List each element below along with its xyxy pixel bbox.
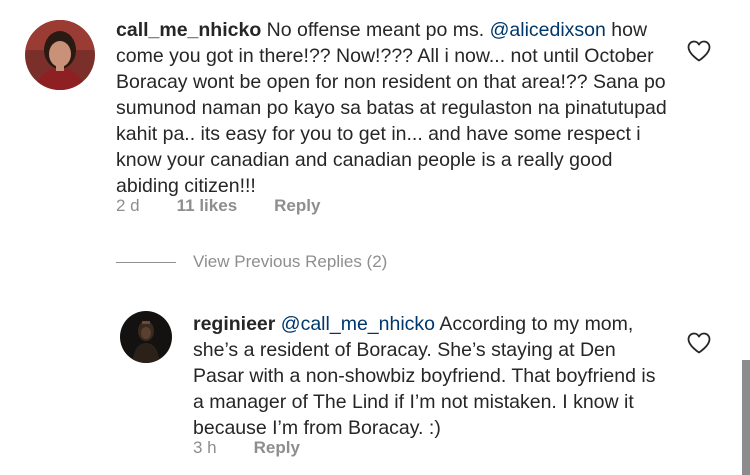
heart-outline-icon[interactable] [687,332,711,359]
reply-username[interactable]: reginieer [193,313,275,335]
scrollbar[interactable] [742,360,750,475]
comment-text-part: how come you got in there!?? Now!??? All… [116,19,667,197]
reply-body: reginieer @call_me_nhicko According to m… [193,311,671,441]
profile-photo [25,20,95,90]
avatar-call-me-nhicko[interactable] [25,20,95,90]
heart-outline-icon[interactable] [687,40,711,67]
comment-timestamp: 2 d [116,196,140,215]
reply-timestamp: 3 h [193,438,217,457]
view-previous-replies-label: View Previous Replies (2) [193,252,388,271]
comment-body: call_me_nhicko No offense meant po ms. @… [116,17,676,199]
reply-button[interactable]: Reply [274,196,320,216]
comment-likes-count[interactable]: 11 likes [177,196,238,216]
reply-button[interactable]: Reply [254,438,300,458]
reply-mention-link[interactable]: @call_me_nhicko [281,313,435,335]
comment-username[interactable]: call_me_nhicko [116,19,261,41]
profile-photo [120,311,172,363]
comment-meta: 2 d 11 likes Reply [116,196,320,216]
comment-mention-link[interactable]: @alicedixson [490,19,606,41]
divider-line [116,261,176,263]
comment-text-part: No offense meant po ms. [261,19,490,41]
view-previous-replies[interactable]: View Previous Replies (2) [116,252,387,272]
avatar-reginieer[interactable] [120,311,172,363]
reply-meta: 3 h Reply [193,438,300,458]
